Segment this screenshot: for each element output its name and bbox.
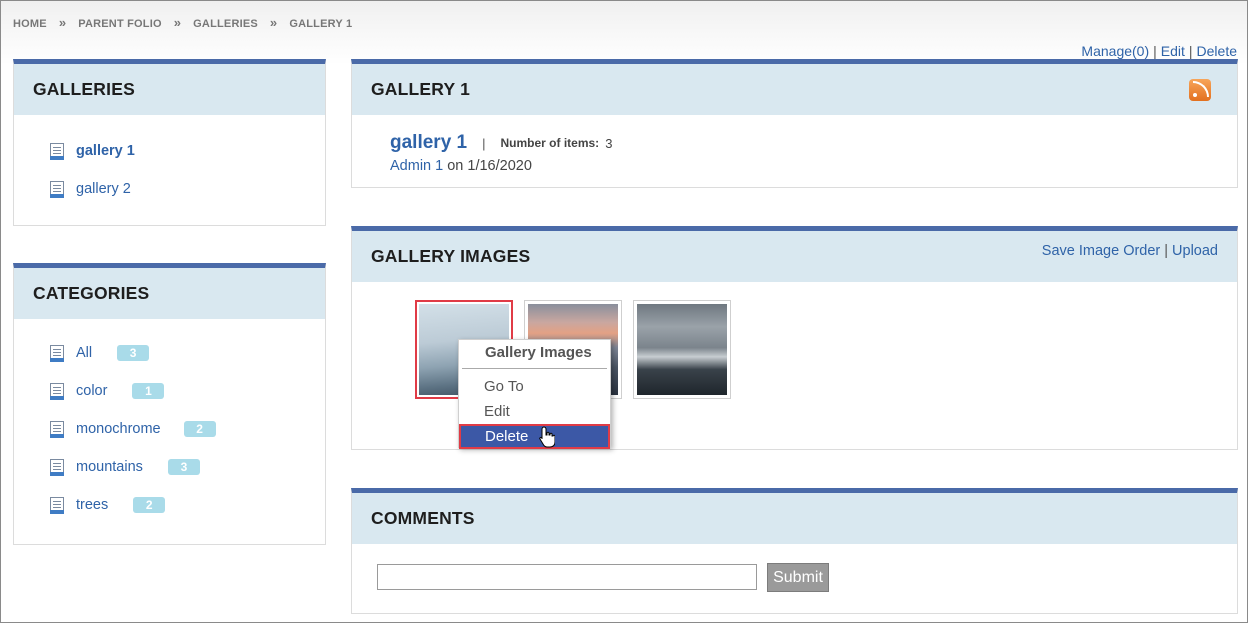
categories-panel: CATEGORIES All 3 color 1 monochrome 2 mo… [13, 263, 326, 545]
context-menu: Gallery Images Go To Edit Delete [458, 339, 611, 449]
document-icon [50, 142, 64, 160]
gallery-panel-title: GALLERY 1 [371, 79, 471, 99]
menu-divider [462, 368, 607, 369]
category-item[interactable]: color 1 [50, 372, 325, 410]
page-actions: Manage(0) | Edit | Delete [1081, 43, 1237, 59]
menu-item-edit[interactable]: Edit [459, 399, 610, 424]
count-badge: 2 [133, 497, 166, 513]
galleries-list: gallery 1 gallery 2 [14, 115, 325, 208]
rss-icon[interactable] [1189, 78, 1211, 101]
gallery-summary: gallery 1 | Number of items: 3 Admin 1 o… [352, 115, 1237, 174]
count-badge: 1 [132, 383, 165, 399]
menu-item-go-to[interactable]: Go To [459, 374, 610, 399]
categories-panel-header: CATEGORIES [14, 268, 325, 319]
category-color-link[interactable]: color [76, 383, 107, 399]
author-link[interactable]: Admin 1 [390, 158, 443, 174]
items-count: 3 [605, 135, 613, 151]
divider: | [1164, 243, 1169, 259]
gallery-images-panel-header: GALLERY IMAGES Save Image Order | Upload [352, 231, 1237, 282]
comments-panel-title: COMMENTS [371, 508, 475, 528]
categories-panel-title: CATEGORIES [33, 283, 150, 303]
comment-input[interactable] [377, 564, 757, 590]
gallery-panel: GALLERY 1 gallery 1 | Number of items: 3… [351, 59, 1238, 188]
category-item[interactable]: trees 2 [50, 486, 325, 524]
category-item[interactable]: All 3 [50, 334, 325, 372]
menu-item-delete[interactable]: Delete [459, 424, 610, 449]
divider: | [1153, 43, 1157, 59]
gallery-images-actions: Save Image Order | Upload [1042, 243, 1218, 259]
post-date: on 1/16/2020 [447, 158, 532, 174]
top-bar: HOME » PARENT FOLIO » GALLERIES » GALLERY 1 Ma… [1, 1, 1247, 65]
breadcrumb: HOME » PARENT FOLIO » GALLERIES » GALLERY 1 [13, 15, 352, 30]
document-icon [50, 344, 64, 362]
delete-link[interactable]: Delete [1197, 43, 1237, 59]
divider: | [1188, 43, 1193, 59]
breadcrumb-galleries[interactable]: GALLERIES [193, 18, 258, 30]
count-badge: 3 [117, 345, 150, 361]
galleries-panel-header: GALLERIES [14, 64, 325, 115]
upload-link[interactable]: Upload [1172, 243, 1218, 259]
manage-link[interactable]: Manage(0) [1081, 43, 1149, 59]
breadcrumb-separator: » [58, 15, 67, 30]
breadcrumb-separator: » [173, 15, 182, 30]
galleries-panel-title: GALLERIES [33, 79, 135, 99]
document-icon [50, 496, 64, 514]
document-icon [50, 180, 64, 198]
menu-item-delete-label: Delete [485, 428, 529, 445]
comments-panel: COMMENTS Submit [351, 488, 1238, 614]
breadcrumb-gallery-1: GALLERY 1 [289, 18, 353, 30]
category-trees-link[interactable]: trees [76, 497, 108, 513]
breadcrumb-parent-folio[interactable]: PARENT FOLIO [78, 18, 161, 30]
comments-panel-header: COMMENTS [352, 493, 1237, 544]
save-image-order-link[interactable]: Save Image Order [1042, 243, 1160, 259]
breadcrumb-separator: » [269, 15, 278, 30]
submit-button[interactable]: Submit [767, 563, 829, 592]
category-all-link[interactable]: All [76, 345, 92, 361]
document-icon [50, 382, 64, 400]
edit-link[interactable]: Edit [1161, 43, 1185, 59]
divider: | [482, 135, 486, 151]
count-badge: 3 [167, 459, 200, 475]
category-monochrome-link[interactable]: monochrome [76, 421, 161, 437]
gallery-2-link[interactable]: gallery 2 [76, 181, 131, 197]
document-icon [50, 420, 64, 438]
breadcrumb-home[interactable]: HOME [13, 18, 47, 30]
gallery-title-link[interactable]: gallery 1 [390, 132, 467, 154]
category-item[interactable]: mountains 3 [50, 448, 325, 486]
category-mountains-link[interactable]: mountains [76, 459, 143, 475]
categories-list: All 3 color 1 monochrome 2 mountains 3 t… [14, 319, 325, 524]
gallery-list-item[interactable]: gallery 2 [50, 170, 325, 208]
items-label: Number of items: [500, 136, 600, 150]
count-badge: 2 [183, 421, 216, 437]
monochrome-mountains-image [637, 304, 727, 395]
gallery-thumbnail[interactable] [633, 300, 731, 399]
gallery-list-item[interactable]: gallery 1 [50, 132, 325, 170]
context-menu-title: Gallery Images [485, 344, 592, 361]
gallery-1-link[interactable]: gallery 1 [76, 143, 135, 159]
category-item[interactable]: monochrome 2 [50, 410, 325, 448]
galleries-panel: GALLERIES gallery 1 gallery 2 [13, 59, 326, 226]
document-icon [50, 458, 64, 476]
gallery-panel-header: GALLERY 1 [352, 64, 1237, 115]
gallery-images-panel-title: GALLERY IMAGES [371, 246, 531, 266]
hand-cursor-icon [539, 426, 555, 448]
